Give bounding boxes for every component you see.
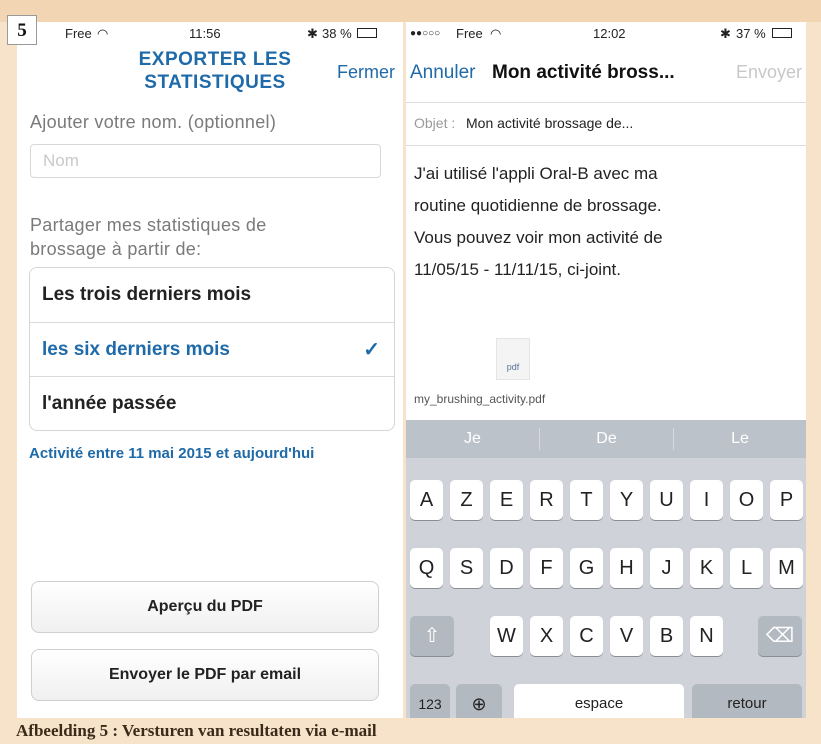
mail-title: Mon activité bross... — [492, 62, 675, 83]
key[interactable]: D — [490, 548, 523, 588]
bluetooth-icon: ✱ — [720, 26, 731, 41]
key[interactable]: X — [530, 616, 563, 656]
signal-icon: ●●○○○ — [410, 28, 441, 39]
left-phone-screen: Free ◠ 11:56 ✱ 38 % EXPORTER LES STATIST… — [17, 22, 403, 718]
key[interactable]: V — [610, 616, 643, 656]
activity-range-note: Activité entre 11 mai 2015 et aujourd'hu… — [29, 445, 315, 462]
name-label: Ajouter votre nom. (optionnel) — [30, 112, 277, 132]
clock: 12:02 — [593, 26, 626, 41]
key[interactable]: L — [730, 548, 763, 588]
page-title-line1: EXPORTER LES — [138, 49, 292, 70]
key[interactable]: H — [610, 548, 643, 588]
battery-icon — [357, 28, 377, 38]
pdf-file-icon[interactable]: pdf — [496, 338, 530, 380]
mail-body-line[interactable]: Vous pouvez voir mon activité de — [414, 228, 794, 248]
subject-value: Mon activité brossage de... — [466, 115, 634, 131]
key[interactable]: Q — [410, 548, 443, 588]
bluetooth-icon: ✱ — [307, 26, 318, 41]
right-phone-screen: ●●○○○ Free ◠ 12:02 ✱ 37 % Annuler Mon ac… — [406, 22, 806, 718]
attachment-name: my_brushing_activity.pdf — [414, 392, 546, 406]
option-last-year[interactable]: l'année passée — [30, 376, 394, 430]
key[interactable]: C — [570, 616, 603, 656]
battery-percent: 37 % — [736, 26, 766, 41]
frame-top — [0, 0, 821, 22]
checkmark-icon: ✓ — [363, 339, 380, 361]
email-pdf-button[interactable]: Envoyer le PDF par email — [31, 649, 379, 701]
key[interactable]: E — [490, 480, 523, 520]
suggestion-item[interactable]: Je — [406, 420, 539, 458]
return-key[interactable]: retour — [692, 684, 802, 718]
page-title-line2: STATISTIQUES — [144, 72, 286, 93]
close-button[interactable]: Fermer — [337, 62, 395, 83]
pdf-icon-label: pdf — [506, 362, 520, 372]
key[interactable]: F — [530, 548, 563, 588]
option-label: les six derniers mois — [42, 339, 230, 360]
shift-key-icon[interactable]: ⇧ — [410, 616, 454, 656]
subject-label: Objet : — [414, 115, 456, 131]
key[interactable]: N — [690, 616, 723, 656]
mail-body-line[interactable]: J'ai utilisé l'appli Oral-B avec ma — [414, 164, 794, 184]
key[interactable]: T — [570, 480, 603, 520]
suggestion-item[interactable]: Le — [674, 420, 806, 458]
share-label-line2: brossage à partir de: — [30, 239, 202, 259]
key[interactable]: R — [530, 480, 563, 520]
key[interactable]: J — [650, 548, 683, 588]
battery-percent: 38 % — [322, 26, 352, 41]
numbers-key[interactable]: 123 — [410, 684, 450, 718]
clock: 11:56 — [189, 26, 221, 41]
key[interactable]: S — [450, 548, 483, 588]
subject-row[interactable]: Objet : Mon activité brossage de... — [406, 102, 806, 146]
option-label: Les trois derniers mois — [42, 284, 252, 305]
suggestion-item[interactable]: De — [540, 420, 673, 458]
mail-body-line[interactable]: 11/05/15 - 11/11/15, ci-joint. — [414, 260, 794, 280]
wifi-icon: ◠ — [490, 26, 502, 41]
key[interactable]: P — [770, 480, 803, 520]
key[interactable]: K — [690, 548, 723, 588]
globe-icon[interactable]: ⊕ — [456, 684, 502, 718]
carrier-label: Free — [65, 26, 92, 41]
key[interactable]: I — [690, 480, 723, 520]
key[interactable]: M — [770, 548, 803, 588]
key[interactable]: Z — [450, 480, 483, 520]
mail-body-line[interactable]: routine quotidienne de brossage. — [414, 196, 794, 216]
key[interactable]: G — [570, 548, 603, 588]
space-key[interactable]: espace — [514, 684, 684, 718]
battery-icon — [772, 28, 792, 38]
status-bar: ●●○○○ Free ◠ 12:02 ✱ 37 % — [406, 22, 806, 44]
share-label-line1: Partager mes statistiques de — [30, 215, 267, 235]
option-label: l'année passée — [42, 393, 177, 414]
keyboard: Je De Le A Z E R T Y U I O P Q S D F G H… — [406, 420, 806, 718]
key[interactable]: O — [730, 480, 763, 520]
send-button[interactable]: Envoyer — [736, 62, 802, 83]
key[interactable]: Y — [610, 480, 643, 520]
key[interactable]: U — [650, 480, 683, 520]
delete-key-icon[interactable]: ⌫ — [758, 616, 802, 656]
key[interactable]: B — [650, 616, 683, 656]
wifi-icon: ◠ — [97, 26, 109, 41]
figure-number-badge: 5 — [7, 15, 37, 45]
period-options: Les trois derniers mois les six derniers… — [29, 267, 395, 431]
suggestion-bar: Je De Le — [406, 420, 806, 458]
option-six-months[interactable]: les six derniers mois ✓ — [30, 322, 394, 376]
name-input[interactable]: Nom — [30, 144, 381, 178]
key[interactable]: W — [490, 616, 523, 656]
option-three-months[interactable]: Les trois derniers mois — [30, 268, 394, 322]
status-bar: Free ◠ 11:56 ✱ 38 % — [17, 22, 403, 44]
preview-pdf-button[interactable]: Aperçu du PDF — [31, 581, 379, 633]
key[interactable]: A — [410, 480, 443, 520]
figure-caption: Afbeelding 5 : Versturen van resultaten … — [16, 721, 377, 740]
carrier-label: Free — [456, 26, 483, 41]
cancel-button[interactable]: Annuler — [410, 62, 476, 84]
